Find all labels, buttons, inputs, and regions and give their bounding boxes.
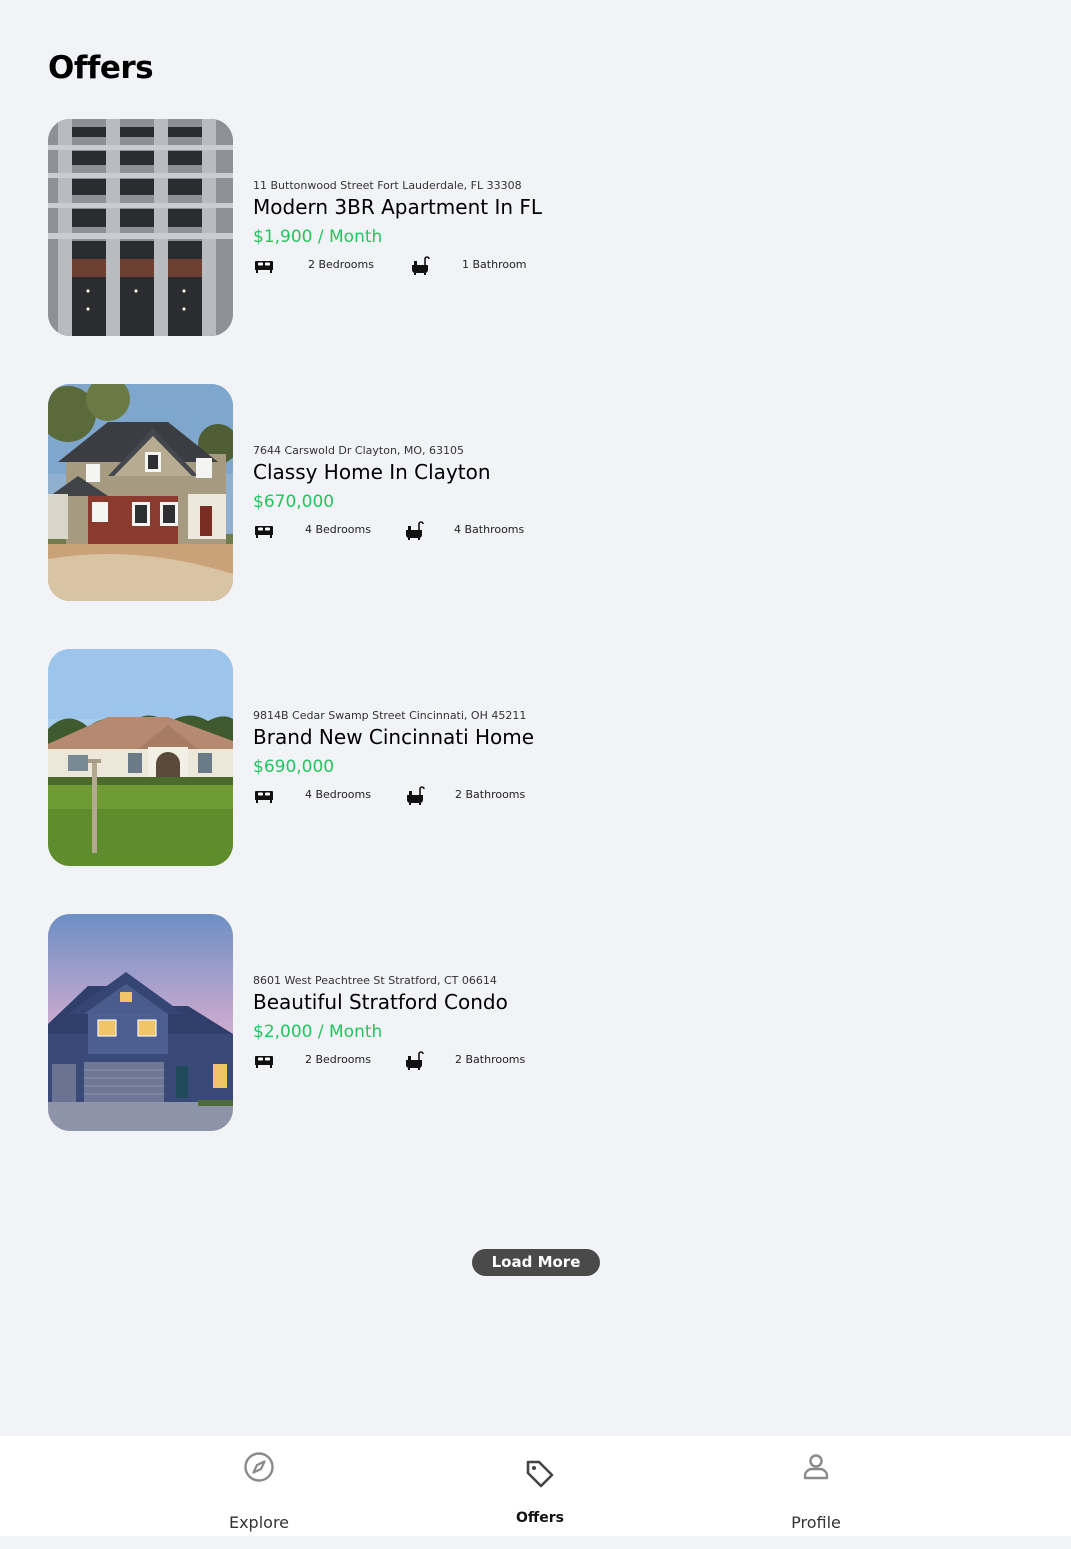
tag-icon bbox=[524, 1458, 556, 1490]
page-title: Offers bbox=[48, 50, 154, 86]
listing-card[interactable]: 11 Buttonwood Street Fort Lauderdale, FL… bbox=[48, 119, 748, 336]
listing-card[interactable]: 9814B Cedar Swamp Street Cincinnati, OH … bbox=[48, 649, 748, 866]
bed-icon bbox=[253, 519, 275, 541]
bathrooms-count: 4 Bathrooms bbox=[454, 523, 525, 536]
bed-icon bbox=[253, 254, 275, 276]
listing-address: 9814B Cedar Swamp Street Cincinnati, OH … bbox=[253, 709, 527, 722]
load-more-button[interactable]: Load More bbox=[472, 1249, 600, 1276]
listing-features: 4 Bedrooms 4 Bathrooms bbox=[253, 519, 733, 543]
listing-address: 11 Buttonwood Street Fort Lauderdale, FL… bbox=[253, 179, 522, 192]
listing-features: 2 Bedrooms 2 Bathrooms bbox=[253, 1049, 733, 1073]
tab-profile[interactable]: Profile bbox=[716, 1436, 916, 1536]
listing-photo[interactable] bbox=[48, 119, 233, 336]
listing-features: 2 Bedrooms 1 Bathroom bbox=[253, 254, 733, 278]
bed-icon bbox=[253, 1049, 275, 1071]
tab-profile-label: Profile bbox=[791, 1513, 841, 1532]
bathtub-icon bbox=[404, 784, 426, 806]
user-icon bbox=[800, 1451, 832, 1483]
bathtub-icon bbox=[403, 1049, 425, 1071]
bottom-tab-bar: Explore Offers Profile bbox=[0, 1436, 1071, 1536]
listing-photo[interactable] bbox=[48, 649, 233, 866]
listing-title[interactable]: Brand New Cincinnati Home bbox=[253, 724, 733, 750]
bathrooms-count: 2 Bathrooms bbox=[455, 1053, 526, 1066]
bed-icon bbox=[253, 784, 275, 806]
listing-features: 4 Bedrooms 2 Bathrooms bbox=[253, 784, 733, 808]
listing-photo[interactable] bbox=[48, 384, 233, 601]
bathtub-icon bbox=[409, 254, 431, 276]
listing-price: $670,000 bbox=[253, 492, 335, 512]
bedrooms-count: 2 Bedrooms bbox=[308, 258, 374, 271]
bedrooms-count: 4 Bedrooms bbox=[305, 523, 371, 536]
bathtub-icon bbox=[403, 519, 425, 541]
tab-offers[interactable]: Offers bbox=[440, 1436, 640, 1536]
listing-title[interactable]: Modern 3BR Apartment In FL bbox=[253, 194, 733, 220]
listing-price: $690,000 bbox=[253, 757, 335, 777]
listing-title[interactable]: Classy Home In Clayton bbox=[253, 459, 733, 485]
listing-price: $1,900 / Month bbox=[253, 227, 383, 247]
listing-price: $2,000 / Month bbox=[253, 1022, 383, 1042]
compass-icon bbox=[243, 1451, 275, 1483]
listing-title[interactable]: Beautiful Stratford Condo bbox=[253, 989, 733, 1015]
bathrooms-count: 1 Bathroom bbox=[462, 258, 527, 271]
bathrooms-count: 2 Bathrooms bbox=[455, 788, 526, 801]
bedrooms-count: 2 Bedrooms bbox=[305, 1053, 371, 1066]
listing-photo[interactable] bbox=[48, 914, 233, 1131]
tab-offers-label: Offers bbox=[516, 1510, 564, 1526]
listing-card[interactable]: 7644 Carswold Dr Clayton, MO, 63105 Clas… bbox=[48, 384, 748, 601]
listing-address: 8601 West Peachtree St Stratford, CT 066… bbox=[253, 974, 497, 987]
tab-explore[interactable]: Explore bbox=[159, 1436, 359, 1536]
bedrooms-count: 4 Bedrooms bbox=[305, 788, 371, 801]
tab-explore-label: Explore bbox=[228, 1513, 290, 1532]
listing-card[interactable]: 8601 West Peachtree St Stratford, CT 066… bbox=[48, 914, 748, 1131]
listing-address: 7644 Carswold Dr Clayton, MO, 63105 bbox=[253, 444, 465, 457]
